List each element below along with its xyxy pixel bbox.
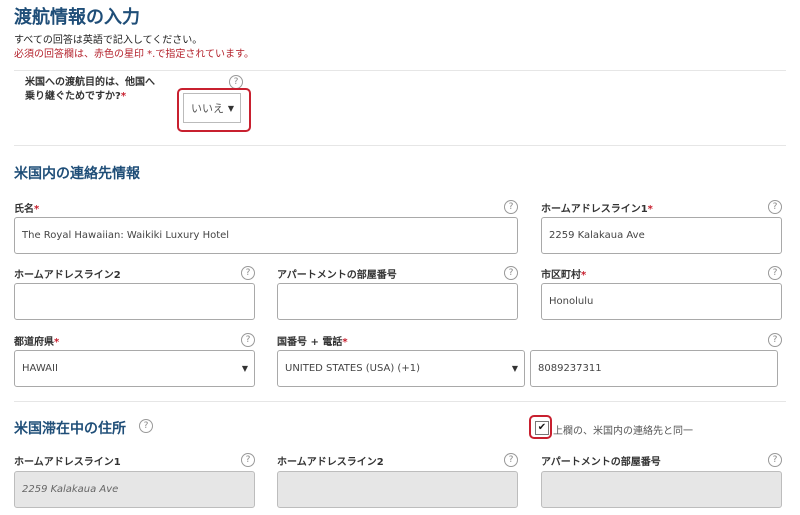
- divider: [14, 70, 786, 71]
- transit-question: 米国への渡航目的は、他国へ 乗り継ぐためですか?*: [25, 76, 175, 104]
- state-select-value: HAWAII: [22, 363, 58, 374]
- question-circle-icon[interactable]: ?: [229, 75, 243, 89]
- question-circle-icon[interactable]: ?: [504, 453, 518, 467]
- contact-address1-input[interactable]: 2259 Kalakaua Ave: [541, 217, 782, 254]
- contact-city-input[interactable]: Honolulu: [541, 283, 782, 320]
- transit-question-line1: 米国への渡航目的は、他国へ: [25, 77, 155, 88]
- city-label: 市区町村*: [541, 270, 587, 281]
- country-code-select[interactable]: UNITED STATES (USA) (+1) ▼: [277, 350, 525, 387]
- country-code-value: UNITED STATES (USA) (+1): [285, 363, 420, 374]
- phone-label: 国番号 + 電話*: [277, 337, 348, 348]
- apartment-label: アパートメントの部屋番号: [277, 270, 397, 281]
- triangle-down-icon: ▼: [241, 364, 248, 373]
- phone-number-input[interactable]: 8089237311: [530, 350, 778, 387]
- contact-name-input[interactable]: The Royal Hawaiian: Waikiki Luxury Hotel: [14, 217, 518, 254]
- stay-address2-label: ホームアドレスライン2: [277, 457, 384, 468]
- section-heading-stay: 米国滞在中の住所: [14, 421, 126, 437]
- transit-select-value: いいえ: [191, 102, 224, 115]
- same-as-contact-checkbox[interactable]: ✔: [535, 421, 549, 435]
- triangle-down-icon: ▼: [511, 364, 518, 373]
- required-star: *: [120, 91, 127, 102]
- section-heading-contact: 米国内の連絡先情報: [14, 166, 140, 182]
- question-circle-icon[interactable]: ?: [241, 266, 255, 280]
- question-circle-icon[interactable]: ?: [768, 266, 782, 280]
- address1-label: ホームアドレスライン1*: [541, 204, 653, 215]
- name-label: 氏名*: [14, 204, 40, 215]
- stay-apartment-input: [541, 471, 782, 508]
- stay-address1-label: ホームアドレスライン1: [14, 457, 121, 468]
- contact-state-select[interactable]: HAWAII ▼: [14, 350, 255, 387]
- same-as-contact-label[interactable]: 上欄の、米国内の連絡先と同一: [553, 422, 693, 437]
- question-circle-icon[interactable]: ?: [241, 333, 255, 347]
- question-circle-icon[interactable]: ?: [504, 266, 518, 280]
- stay-address2-input: [277, 471, 518, 508]
- question-circle-icon[interactable]: ?: [504, 200, 518, 214]
- triangle-down-icon: ▼: [227, 103, 234, 113]
- page-title: 渡航情報の入力: [14, 7, 140, 28]
- address2-label: ホームアドレスライン2: [14, 270, 121, 281]
- intro-english-note: すべての回答は英語で記入してください。: [14, 35, 203, 46]
- question-circle-icon[interactable]: ?: [241, 453, 255, 467]
- question-circle-icon[interactable]: ?: [768, 200, 782, 214]
- question-circle-icon[interactable]: ?: [768, 453, 782, 467]
- contact-apartment-input[interactable]: [277, 283, 518, 320]
- checkmark-icon: ✔: [537, 422, 547, 433]
- divider: [14, 145, 786, 146]
- divider: [14, 401, 786, 402]
- question-circle-icon[interactable]: ?: [768, 333, 782, 347]
- state-label: 都道府県*: [14, 337, 60, 348]
- intro-required-note: 必須の回答欄は、赤色の星印 *.で指定されています。: [14, 49, 255, 60]
- transit-question-line2: 乗り継ぐためですか?: [25, 91, 121, 102]
- transit-select[interactable]: いいえ ▼: [183, 93, 241, 123]
- contact-address2-input[interactable]: [14, 283, 255, 320]
- question-circle-icon[interactable]: ?: [139, 419, 153, 433]
- stay-apartment-label: アパートメントの部屋番号: [541, 457, 661, 468]
- stay-address1-input: 2259 Kalakaua Ave: [14, 471, 255, 508]
